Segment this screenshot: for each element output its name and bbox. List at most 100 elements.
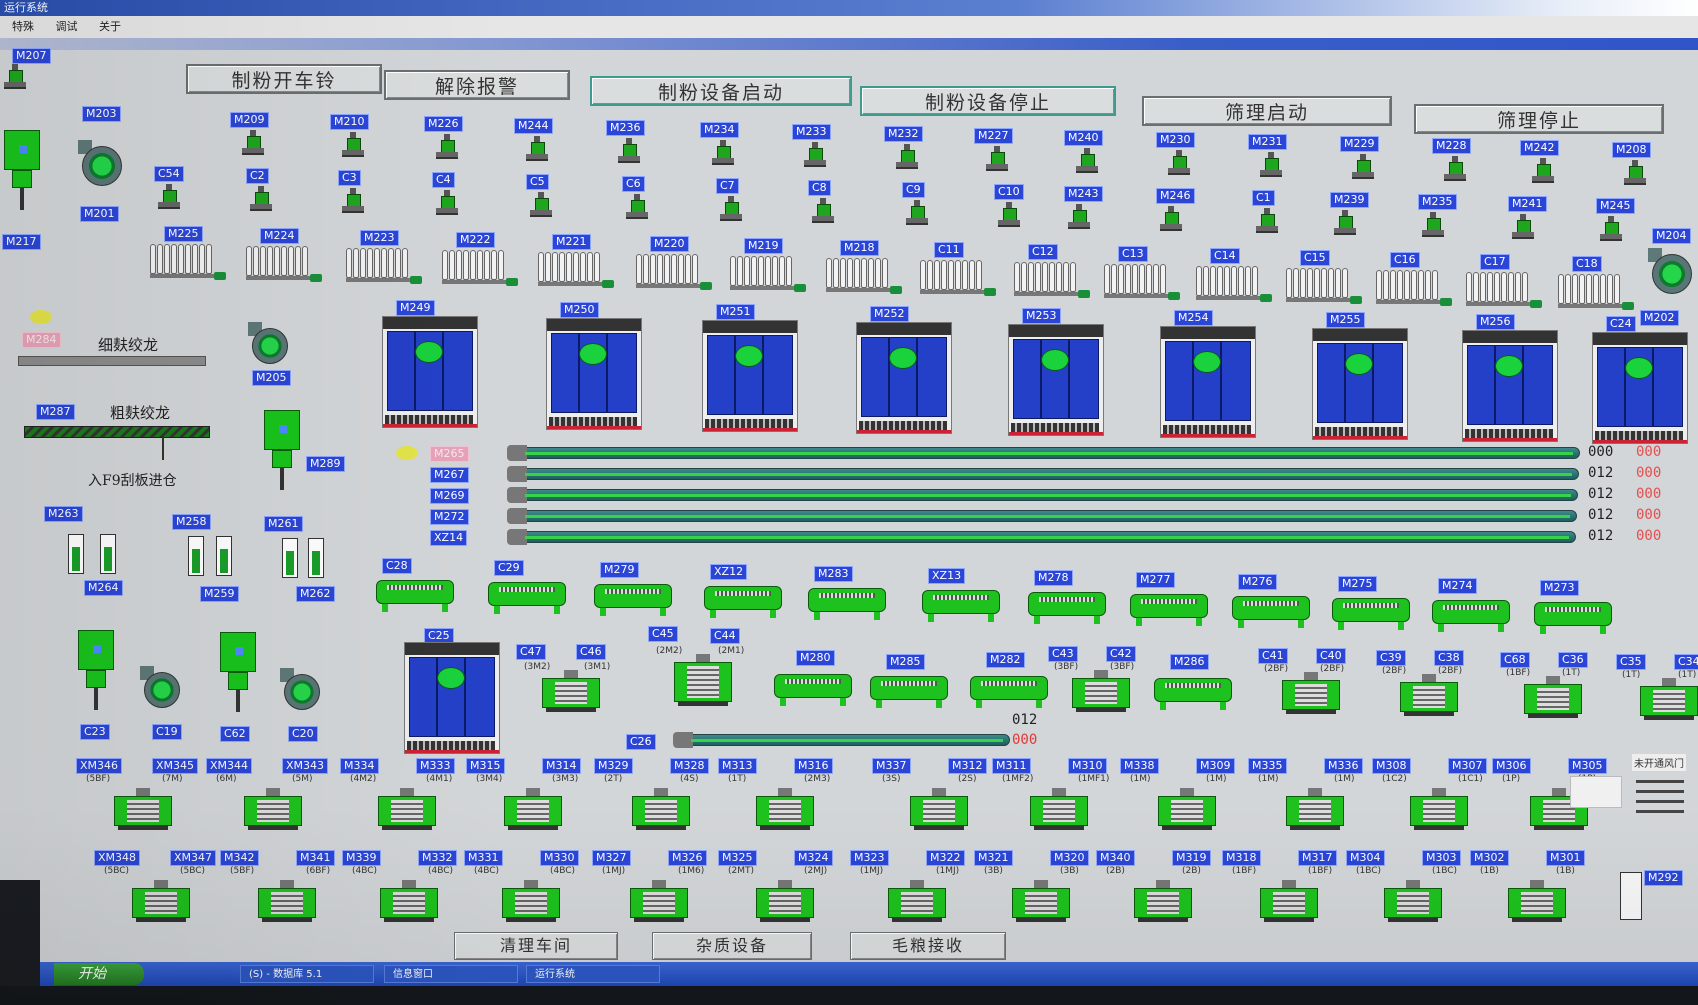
menu-lines-icon[interactable] bbox=[1636, 780, 1684, 820]
label-c1[interactable]: C1 bbox=[1252, 190, 1275, 206]
label-m225[interactable]: M225 bbox=[164, 226, 203, 242]
screw-conveyor-icon[interactable] bbox=[700, 582, 786, 618]
sifter-silo[interactable] bbox=[856, 322, 952, 434]
valve-icon[interactable] bbox=[984, 146, 1010, 172]
label-c8[interactable]: C8 bbox=[808, 180, 831, 196]
label-m276[interactable]: M276 bbox=[1238, 574, 1277, 590]
label-m305[interactable]: M305 bbox=[1568, 758, 1607, 774]
label-m224[interactable]: M224 bbox=[260, 228, 299, 244]
label-m245[interactable]: M245 bbox=[1596, 198, 1635, 214]
roller-mill-icon[interactable] bbox=[1028, 788, 1090, 830]
roller-mill-icon[interactable] bbox=[502, 788, 564, 830]
screw-conveyor-icon[interactable] bbox=[1126, 590, 1212, 626]
label-m274[interactable]: M274 bbox=[1438, 578, 1477, 594]
roller-mill-icon[interactable] bbox=[1132, 880, 1194, 922]
label-m249[interactable]: M249 bbox=[396, 300, 435, 316]
label-m243[interactable]: M243 bbox=[1064, 186, 1103, 202]
valve-icon[interactable] bbox=[1622, 160, 1648, 186]
label-c17[interactable]: C17 bbox=[1480, 254, 1510, 270]
label-m335[interactable]: M335 bbox=[1248, 758, 1287, 774]
roller-mill-icon[interactable] bbox=[1070, 670, 1132, 712]
valve-icon[interactable] bbox=[710, 140, 736, 166]
label-m226[interactable]: M226 bbox=[424, 116, 463, 132]
label-m210[interactable]: M210 bbox=[330, 114, 369, 130]
valve-pair-icon[interactable] bbox=[216, 536, 232, 576]
label-m261[interactable]: M261 bbox=[264, 516, 303, 532]
label-m239[interactable]: M239 bbox=[1330, 192, 1369, 208]
label-m312[interactable]: M312 bbox=[948, 758, 987, 774]
label-m289[interactable]: M289 bbox=[306, 456, 345, 472]
label-c2[interactable]: C2 bbox=[246, 168, 269, 184]
label-m333[interactable]: M333 bbox=[416, 758, 455, 774]
label-c4[interactable]: C4 bbox=[432, 172, 455, 188]
sieve-stop-button[interactable]: 筛理停止 bbox=[1414, 104, 1664, 134]
valve-icon[interactable] bbox=[996, 202, 1022, 228]
roller-mill-icon[interactable] bbox=[378, 880, 440, 922]
valve-icon[interactable] bbox=[156, 184, 182, 210]
label-m205[interactable]: M205 bbox=[252, 370, 291, 386]
screw-conveyor-icon[interactable] bbox=[1228, 592, 1314, 628]
label-m285[interactable]: M285 bbox=[886, 654, 925, 670]
valve-icon[interactable] bbox=[1442, 156, 1468, 182]
roller-mill-icon[interactable] bbox=[672, 654, 734, 706]
label-m273[interactable]: M273 bbox=[1540, 580, 1579, 596]
label-m325[interactable]: M325 bbox=[718, 850, 757, 866]
screw-conveyor-icon[interactable] bbox=[590, 580, 676, 616]
label-m264[interactable]: M264 bbox=[84, 580, 123, 596]
roller-mill-icon[interactable] bbox=[1280, 672, 1342, 714]
label-c20[interactable]: C20 bbox=[288, 726, 318, 742]
sifter-silo[interactable] bbox=[1008, 324, 1104, 436]
tab-cleaning-workshop[interactable]: 清理车间 bbox=[454, 932, 618, 960]
label-m272[interactable]: M272 bbox=[430, 509, 469, 525]
valve-icon[interactable] bbox=[718, 196, 744, 222]
label-c43[interactable]: C43 bbox=[1048, 646, 1078, 662]
mill-start-button[interactable]: 制粉设备启动 bbox=[590, 76, 852, 106]
gate-valve-icon[interactable] bbox=[1620, 872, 1642, 920]
roller-mill-icon[interactable] bbox=[886, 880, 948, 922]
label-xz14[interactable]: XZ14 bbox=[430, 530, 468, 546]
label-m220[interactable]: M220 bbox=[650, 236, 689, 252]
label-m321[interactable]: M321 bbox=[974, 850, 1013, 866]
label-m329[interactable]: M329 bbox=[594, 758, 633, 774]
valve-icon[interactable] bbox=[1258, 152, 1284, 178]
label-m313[interactable]: M313 bbox=[718, 758, 757, 774]
menu-item-about[interactable]: 关于 bbox=[99, 20, 121, 33]
label-c18[interactable]: C18 bbox=[1572, 256, 1602, 272]
label-m279[interactable]: M279 bbox=[600, 562, 639, 578]
coarse-bran-screw[interactable] bbox=[24, 426, 210, 438]
sifter-silo[interactable] bbox=[546, 318, 642, 430]
label-m242[interactable]: M242 bbox=[1520, 140, 1559, 156]
label-c26[interactable]: C26 bbox=[626, 734, 656, 750]
label-m263[interactable]: M263 bbox=[44, 506, 83, 522]
label-m286[interactable]: M286 bbox=[1170, 654, 1209, 670]
label-m277[interactable]: M277 bbox=[1136, 572, 1175, 588]
label-m221[interactable]: M221 bbox=[552, 234, 591, 250]
label-c28[interactable]: C28 bbox=[382, 558, 412, 574]
conveyor-c26[interactable] bbox=[673, 732, 1010, 748]
label-xm345[interactable]: XM345 bbox=[152, 758, 199, 774]
label-m309[interactable]: M309 bbox=[1196, 758, 1235, 774]
label-m336[interactable]: M336 bbox=[1324, 758, 1363, 774]
tab-raw-grain-receiving[interactable]: 毛粮接收 bbox=[850, 932, 1006, 960]
belt-conveyor[interactable] bbox=[507, 487, 1578, 503]
bag-filter-icon[interactable] bbox=[1558, 274, 1634, 310]
start-button[interactable]: 开始 bbox=[54, 963, 144, 985]
label-m324[interactable]: M324 bbox=[794, 850, 833, 866]
screw-conveyor-icon[interactable] bbox=[770, 670, 856, 706]
roller-mill-icon[interactable] bbox=[112, 788, 174, 830]
label-m322[interactable]: M322 bbox=[926, 850, 965, 866]
valve-icon[interactable] bbox=[1166, 150, 1192, 176]
label-m255[interactable]: M255 bbox=[1326, 312, 1365, 328]
screw-conveyor-icon[interactable] bbox=[1328, 594, 1414, 630]
label-c11[interactable]: C11 bbox=[934, 242, 964, 258]
valve-icon[interactable] bbox=[340, 188, 366, 214]
roller-mill-icon[interactable] bbox=[1010, 880, 1072, 922]
label-c13[interactable]: C13 bbox=[1118, 246, 1148, 262]
sifter-silo[interactable] bbox=[702, 320, 798, 432]
screw-conveyor-icon[interactable] bbox=[804, 584, 890, 620]
valve-icon[interactable] bbox=[1158, 206, 1184, 232]
valve-icon[interactable] bbox=[1066, 204, 1092, 230]
label-m275[interactable]: M275 bbox=[1338, 576, 1377, 592]
roller-mill-icon[interactable] bbox=[1638, 678, 1698, 720]
label-m334[interactable]: M334 bbox=[340, 758, 379, 774]
